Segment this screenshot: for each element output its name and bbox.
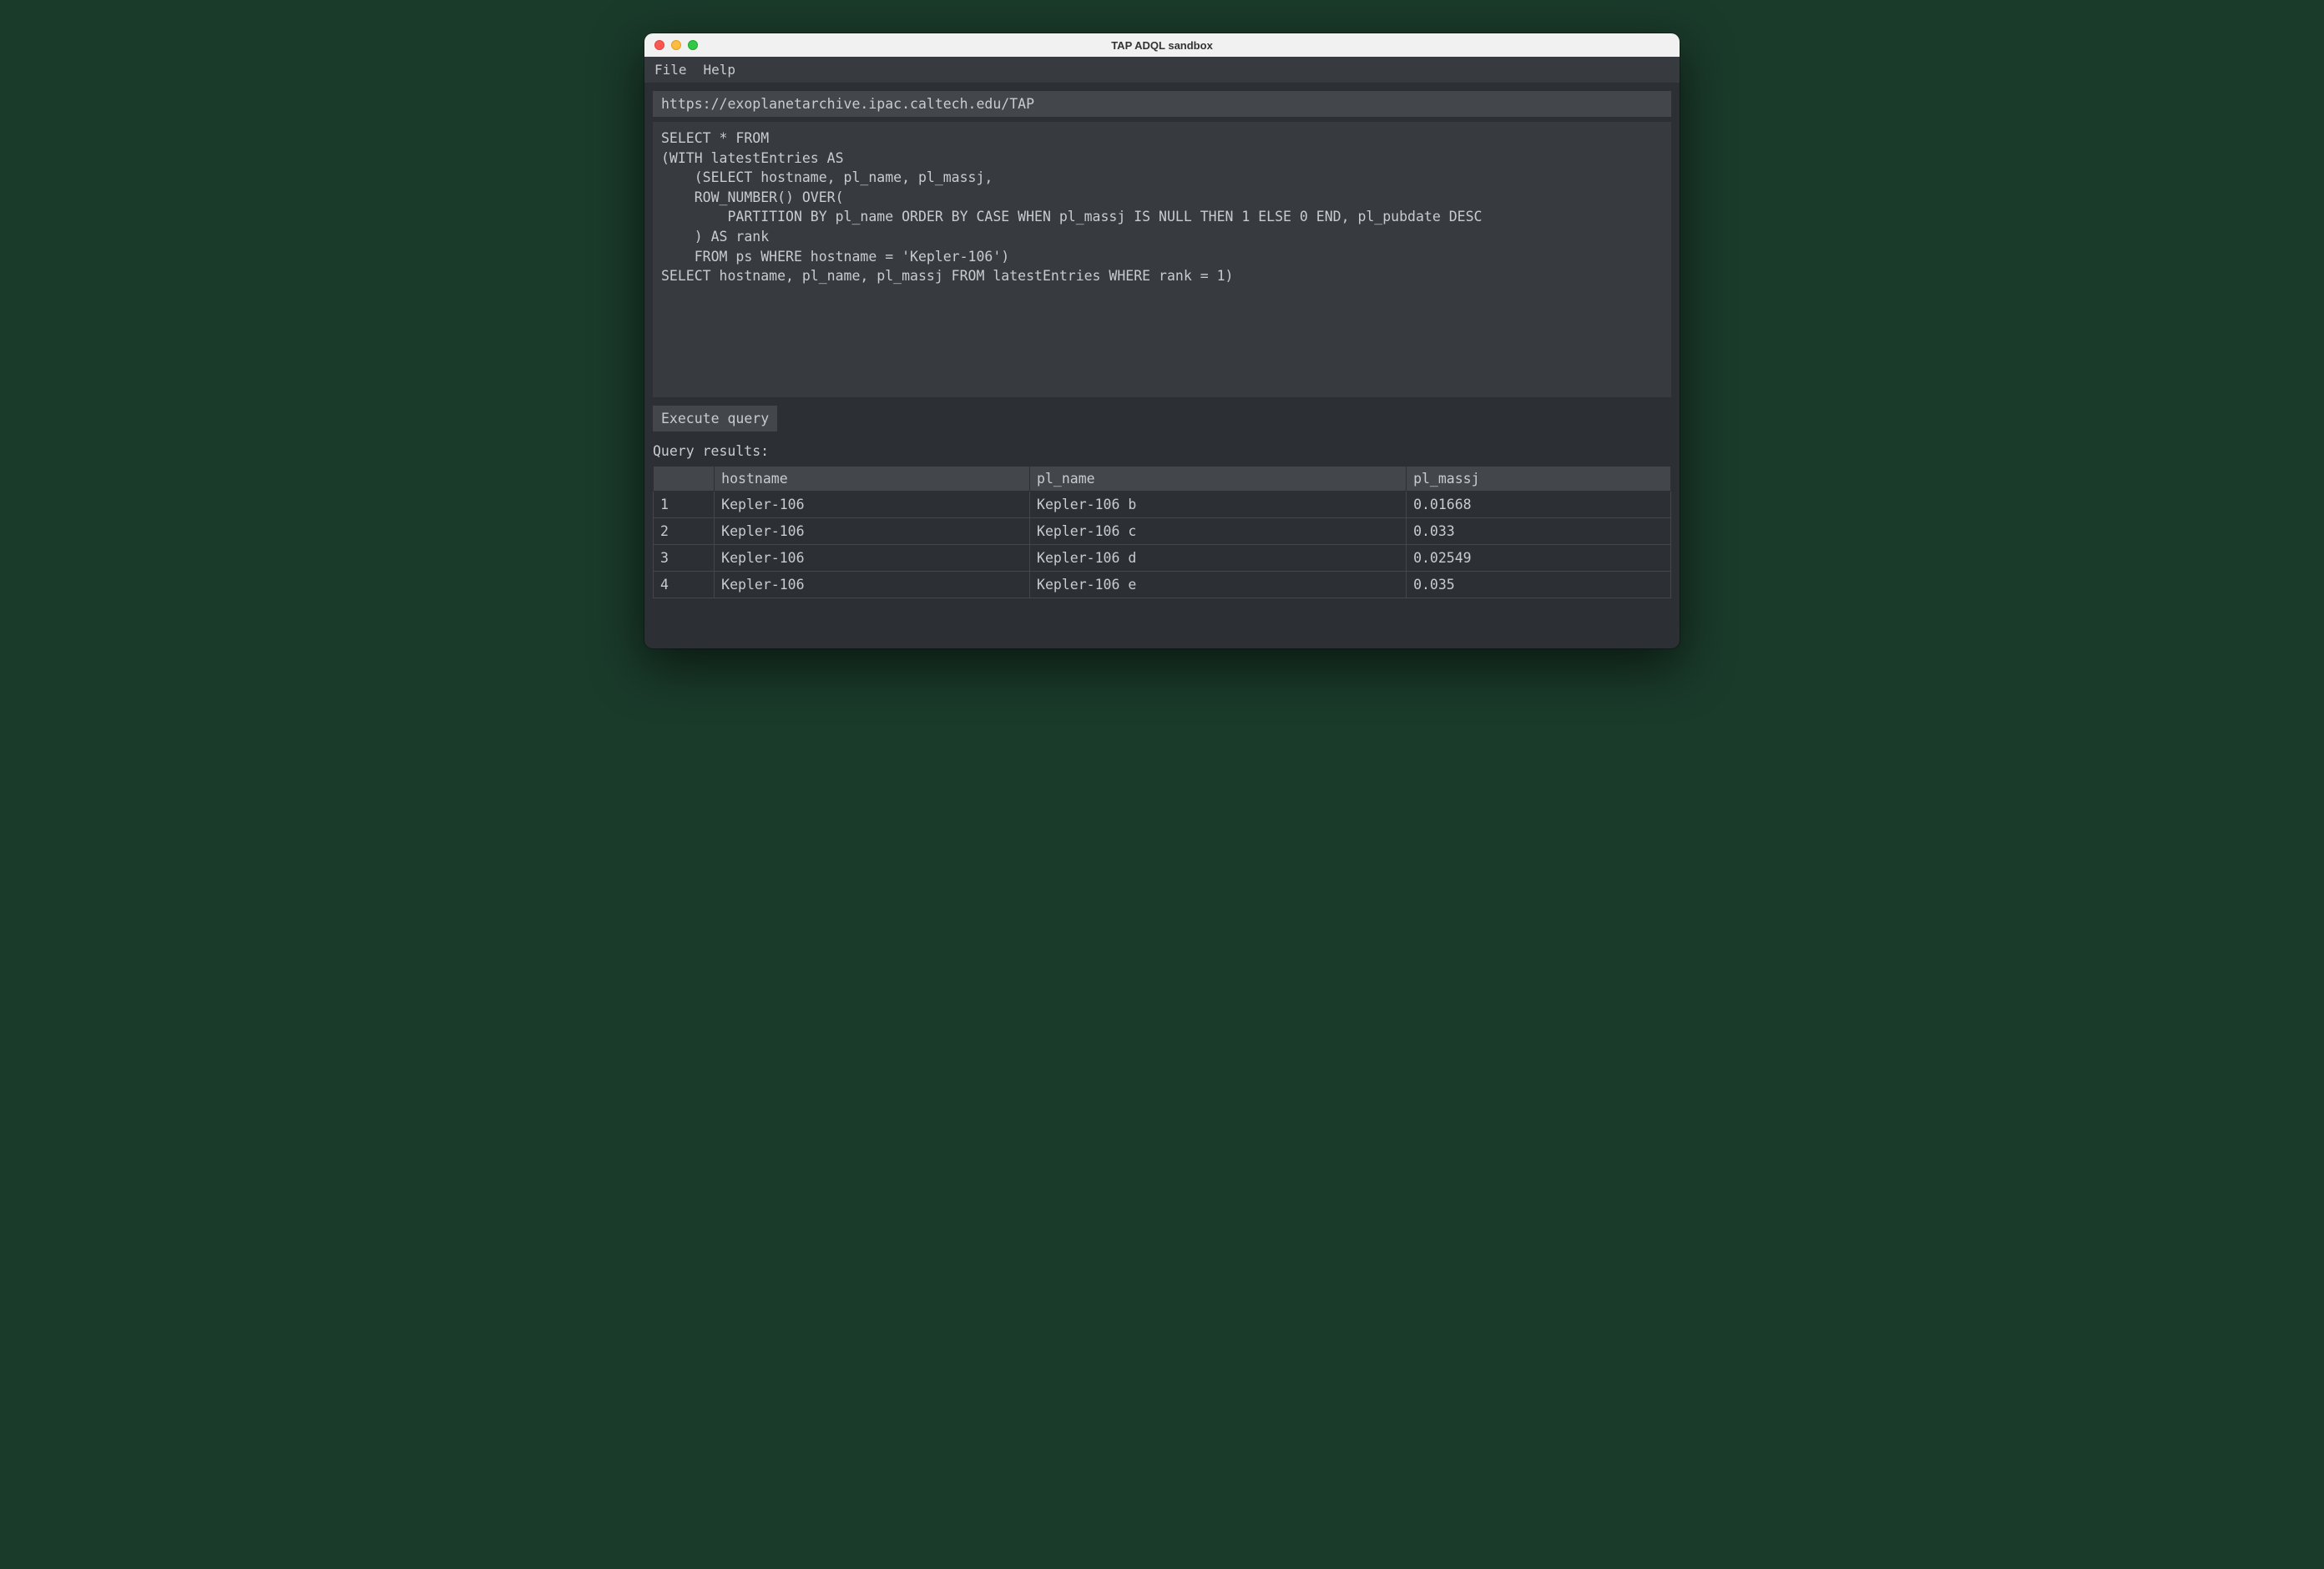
table-row: 4 Kepler-106 Kepler-106 e 0.035 [654, 572, 1671, 598]
col-header-plmassj: pl_massj [1407, 467, 1671, 492]
cell-plmassj: 0.02549 [1407, 545, 1671, 572]
window-title: TAP ADQL sandbox [1111, 39, 1213, 52]
cell-hostname: Kepler-106 [715, 572, 1030, 598]
traffic-lights [654, 40, 698, 50]
table-row: 3 Kepler-106 Kepler-106 d 0.02549 [654, 545, 1671, 572]
menu-file[interactable]: File [653, 60, 689, 79]
col-header-hostname: hostname [715, 467, 1030, 492]
execute-query-button[interactable]: Execute query [653, 406, 777, 431]
cell-plname: Kepler-106 b [1030, 492, 1407, 518]
results-table: hostname pl_name pl_massj 1 Kepler-106 K… [653, 466, 1671, 598]
cell-plname: Kepler-106 d [1030, 545, 1407, 572]
cell-plmassj: 0.033 [1407, 518, 1671, 545]
adql-query-textarea[interactable] [653, 122, 1671, 397]
cell-hostname: Kepler-106 [715, 518, 1030, 545]
maximize-icon[interactable] [688, 40, 698, 50]
cell-hostname: Kepler-106 [715, 492, 1030, 518]
cell-idx: 3 [654, 545, 715, 572]
app-window: TAP ADQL sandbox File Help Execute query… [644, 33, 1680, 648]
content-area: Execute query Query results: hostname pl… [644, 83, 1680, 648]
cell-plname: Kepler-106 c [1030, 518, 1407, 545]
cell-plmassj: 0.01668 [1407, 492, 1671, 518]
cell-plmassj: 0.035 [1407, 572, 1671, 598]
minimize-icon[interactable] [671, 40, 681, 50]
tap-url-input[interactable] [653, 91, 1671, 117]
cell-idx: 1 [654, 492, 715, 518]
table-row: 2 Kepler-106 Kepler-106 c 0.033 [654, 518, 1671, 545]
results-tbody: 1 Kepler-106 Kepler-106 b 0.01668 2 Kepl… [654, 492, 1671, 598]
cell-idx: 4 [654, 572, 715, 598]
bottom-padding [653, 598, 1671, 640]
col-header-plname: pl_name [1030, 467, 1407, 492]
titlebar: TAP ADQL sandbox [644, 33, 1680, 57]
table-row: 1 Kepler-106 Kepler-106 b 0.01668 [654, 492, 1671, 518]
menubar: File Help [644, 57, 1680, 83]
results-label: Query results: [653, 443, 1671, 459]
cell-plname: Kepler-106 e [1030, 572, 1407, 598]
col-header-index [654, 467, 715, 492]
table-header-row: hostname pl_name pl_massj [654, 467, 1671, 492]
menu-help[interactable]: Help [702, 60, 738, 79]
close-icon[interactable] [654, 40, 664, 50]
cell-idx: 2 [654, 518, 715, 545]
cell-hostname: Kepler-106 [715, 545, 1030, 572]
